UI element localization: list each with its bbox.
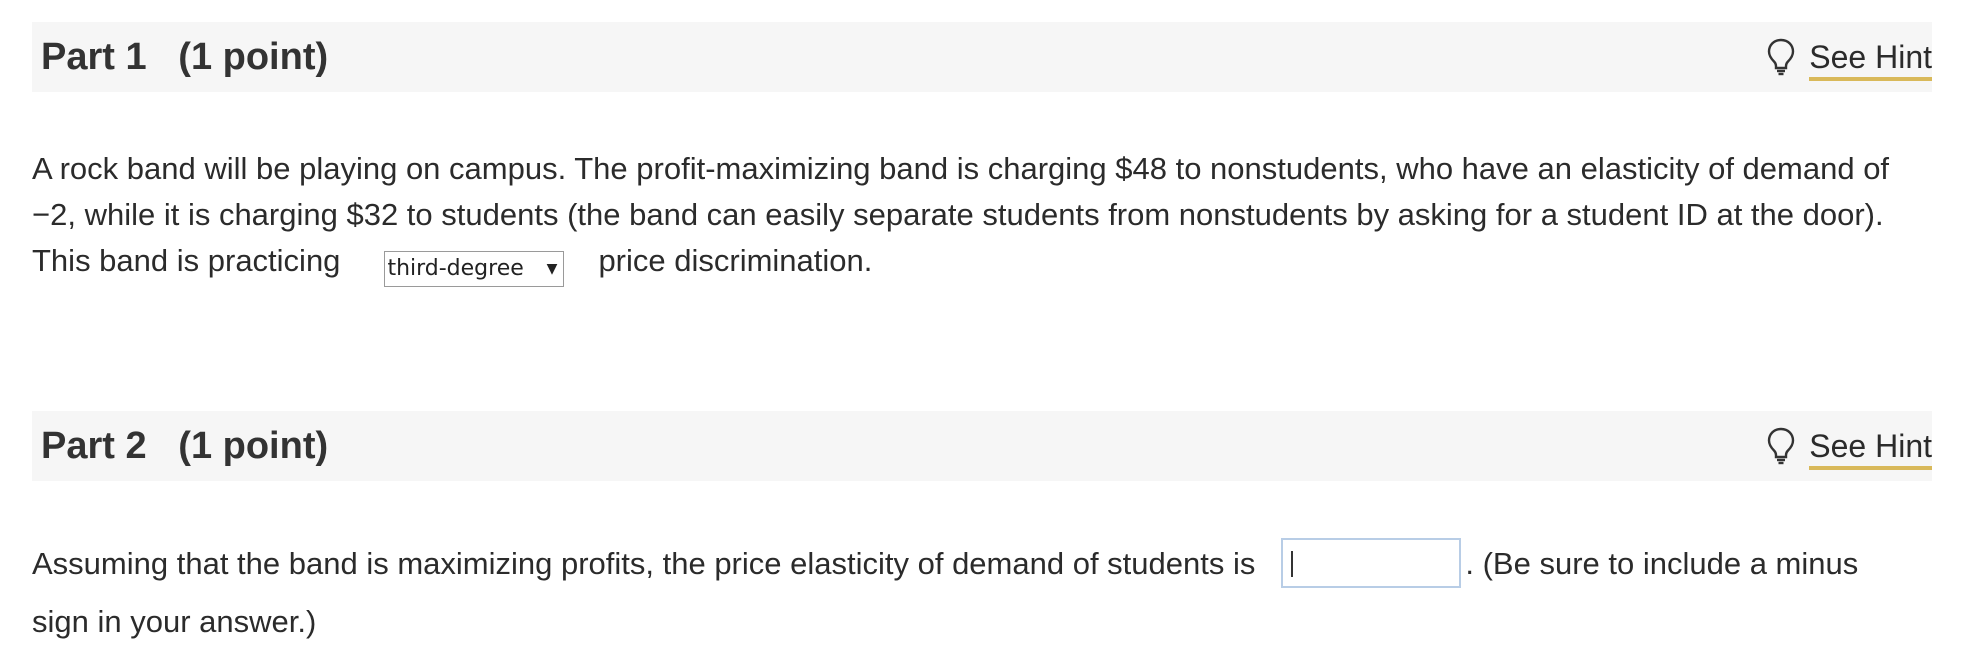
text-caret	[1291, 551, 1294, 577]
part2-text-after-input: . (Be sure to include a minus	[1465, 546, 1859, 581]
part2-hint-label[interactable]: See Hint	[1809, 428, 1932, 470]
part2-header: Part 2 (1 point) See Hint	[32, 411, 1932, 481]
elasticity-answer-input[interactable]	[1281, 538, 1462, 588]
lightbulb-icon	[1768, 427, 1795, 465]
part1-see-hint-link[interactable]: See Hint	[1767, 30, 1932, 84]
discrimination-degree-select[interactable]: third-degree ▼	[384, 251, 565, 287]
part1-title: Part 1 (1 point)	[41, 36, 329, 78]
part1-text-after-select: price discrimination.	[598, 243, 873, 278]
part2-text-before-input: Assuming that the band is maximizing pro…	[32, 546, 1256, 581]
lightbulb-icon	[1768, 38, 1795, 76]
part1-text-line3: This band is practicing third-degree ▼ pric…	[32, 238, 1932, 287]
part1-header: Part 1 (1 point) See Hint	[32, 22, 1932, 92]
part2-see-hint-link[interactable]: See Hint	[1767, 419, 1932, 473]
dropdown-arrow-icon: ▼	[546, 261, 558, 277]
part1-text-line2: −2, while it is charging $32 to students…	[32, 197, 1884, 232]
part1-text-before-select: This band is practicing	[32, 243, 341, 278]
part1-hint-label[interactable]: See Hint	[1809, 39, 1932, 81]
part2-title: Part 2 (1 point)	[41, 425, 329, 467]
part2-text-line2: sign in your answer.)	[32, 604, 317, 639]
part1-question: A rock band will be playing on campus. T…	[32, 146, 1932, 287]
part2-question: Assuming that the band is maximizing pro…	[32, 535, 1932, 651]
part1-text-line1: A rock band will be playing on campus. T…	[32, 151, 1890, 186]
part2-text-line1: Assuming that the band is maximizing pro…	[32, 535, 1932, 593]
select-value: third-degree	[387, 256, 524, 281]
